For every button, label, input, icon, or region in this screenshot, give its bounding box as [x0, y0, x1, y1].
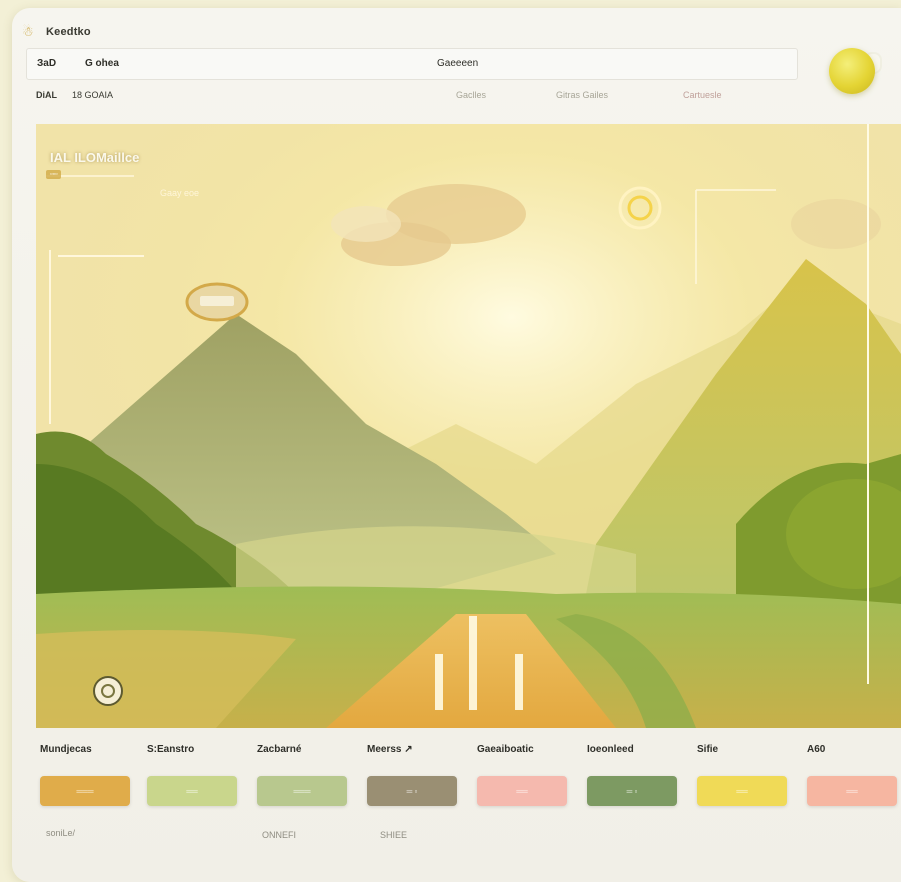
control-1: Mundjecas ═══ [40, 744, 130, 806]
control-4: Meerss ↗ ═ ▫ [367, 744, 457, 806]
control-label: Zacbarné [257, 744, 302, 755]
control-button[interactable]: ══ [477, 776, 567, 806]
footer-label-a: ONNEFI [262, 830, 297, 840]
control-8: A60 ══ [807, 744, 897, 806]
app-title: Keedtko [46, 26, 91, 38]
subbar-item-1[interactable]: DiAL [36, 90, 57, 100]
control-label: A60 [807, 744, 826, 755]
control-label: S:Eanstro [147, 744, 195, 755]
control-button[interactable]: ══ [147, 776, 237, 806]
control-7: Sifie ══ [697, 744, 787, 806]
control-label: Gaeaiboatic [477, 744, 534, 755]
control-strip: Mundjecas ═══ S:Eanstro ══ Zacbarné ══ ═ … [36, 744, 897, 864]
control-2: S:Eanstro ══ [147, 744, 237, 806]
control-label: Sifie [697, 744, 719, 755]
control-button[interactable]: ═ ▫ [367, 776, 457, 806]
control-button[interactable]: ═══ [40, 776, 130, 806]
toolbar-item-1[interactable]: ЗaD [37, 58, 56, 69]
landscape-illustration [36, 124, 901, 728]
hero-tag: ▫▫▫ [46, 170, 62, 179]
dial-knob[interactable] [829, 48, 875, 94]
subbar-item-2[interactable]: 18 GOAIA [72, 90, 113, 100]
sub-toolbar: DiAL 18 GOAIA Gaclles Gitras Gailes Cart… [26, 84, 876, 108]
footer-label-b: SHIEE [380, 830, 408, 840]
subbar-tab-1[interactable]: Gaclles [456, 90, 486, 100]
title-bar: ☃ Keedtko [22, 22, 91, 42]
toolbar-item-3[interactable]: Gaeeeen [437, 58, 478, 69]
control-label: Meerss ↗ [367, 744, 413, 755]
control-button[interactable]: ══ [697, 776, 787, 806]
control-label: Mundjecas [40, 744, 92, 755]
control-label: Ioeonleed [587, 744, 634, 755]
control-6: Ioeonleed ═ ▫ [587, 744, 677, 806]
main-toolbar: ЗaD G ohea Gaeeeen [26, 48, 798, 80]
control-button[interactable]: ═══ [257, 776, 347, 806]
subbar-tab-3[interactable]: Cartuesle [683, 90, 722, 100]
toolbar-item-2[interactable]: G ohea [85, 58, 119, 69]
hero-subtitle: Gaay eoe [160, 188, 200, 198]
footer-left-label: soniLe/ [46, 828, 76, 838]
control-button[interactable]: ═ ▫ [587, 776, 677, 806]
subbar-tab-2[interactable]: Gitras Gailes [556, 90, 608, 100]
hero-title: IAL ILOMaillce [50, 150, 140, 165]
control-5: Gaeaiboatic ══ [477, 744, 567, 806]
control-button[interactable]: ══ [807, 776, 897, 806]
control-3: Zacbarné ═══ [257, 744, 347, 806]
app-logo-icon: ☃ [22, 24, 34, 39]
landscape-viewport: ▫▫▫ IAL ILOMaillce Gaay eoe [36, 124, 901, 728]
